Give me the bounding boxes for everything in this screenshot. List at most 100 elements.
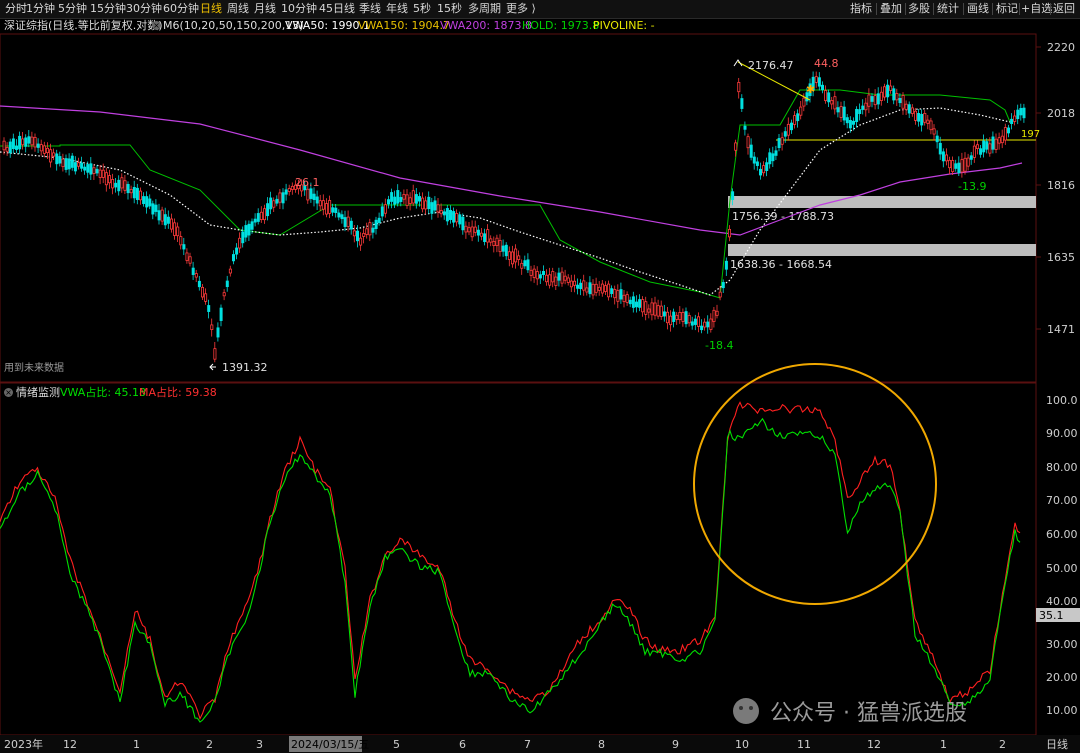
candle-body — [386, 199, 390, 205]
candle-body — [821, 84, 825, 91]
x-label: 7 — [524, 738, 531, 751]
candle-body — [328, 200, 332, 214]
candle-body — [278, 192, 282, 203]
ma-ratio-line — [0, 401, 1021, 721]
candle-body — [445, 208, 449, 222]
candle-body — [334, 207, 338, 213]
candle-body — [479, 232, 483, 237]
candle-body — [399, 197, 403, 202]
candle-body — [154, 204, 158, 212]
candle-body — [402, 194, 406, 200]
candle-body — [266, 203, 270, 217]
candle-body — [774, 150, 778, 156]
chart-frame — [0, 33, 1037, 736]
vwa200-polyline — [0, 105, 1023, 236]
candle-body — [780, 137, 784, 145]
candle-body — [228, 268, 232, 274]
candle-body — [926, 119, 930, 124]
sub-panel-border — [0, 382, 1037, 736]
candle-body — [424, 200, 428, 210]
candle-body — [957, 162, 961, 173]
candle-body — [591, 283, 595, 296]
candle-body — [473, 226, 477, 233]
candle-body — [284, 189, 288, 195]
candle-body — [573, 280, 577, 286]
candle-body — [907, 104, 911, 114]
candle-body — [262, 208, 266, 221]
candle-body — [963, 157, 967, 172]
candle-body — [752, 156, 756, 164]
candle-body — [994, 138, 998, 150]
candle-body — [486, 229, 490, 243]
candle-body — [594, 283, 598, 293]
candle-body — [721, 282, 725, 289]
candle-body — [517, 255, 521, 261]
candle-body — [148, 198, 152, 207]
candle-body — [129, 188, 133, 194]
candle-body — [659, 305, 663, 317]
candle-body — [777, 138, 781, 148]
candle-body — [569, 280, 573, 288]
candle-body — [972, 145, 976, 158]
candle-body — [892, 88, 896, 101]
candle-body — [858, 109, 862, 114]
candle-body — [718, 291, 722, 298]
candle-body — [886, 84, 890, 98]
candle-body — [746, 136, 750, 149]
candle-body — [383, 204, 387, 214]
candle-body — [576, 284, 580, 289]
candle-body — [883, 86, 887, 98]
candle-body — [631, 296, 635, 308]
candle-body — [352, 230, 356, 237]
candle-body — [498, 240, 502, 253]
candle-body — [870, 96, 874, 102]
stock-chart[interactable]: 2220 2018 1816 1635 1471 100.0 90.00 80.… — [0, 0, 1080, 753]
candle-body — [433, 200, 437, 211]
candle-body — [501, 245, 505, 252]
y-label-sub: 10.00 — [1046, 704, 1078, 717]
candle-body — [836, 107, 840, 113]
candle-body — [585, 287, 589, 293]
candle-body — [343, 217, 347, 227]
candle-body — [1013, 115, 1017, 122]
candle-body — [188, 256, 192, 264]
star-icon: ✱ — [806, 83, 815, 96]
candle-body — [272, 200, 276, 208]
candle-body — [560, 271, 564, 284]
candle-body — [991, 136, 995, 150]
candle-body — [197, 280, 201, 288]
wechat-icon — [733, 698, 759, 724]
candle-body — [52, 152, 56, 157]
candle-body — [259, 211, 263, 220]
candle-body — [731, 191, 735, 200]
candle-body — [126, 184, 130, 194]
candle-body — [898, 98, 902, 104]
candle-body — [337, 212, 341, 218]
vwa200-line — [0, 105, 1023, 236]
candle-body — [675, 314, 679, 320]
candle-body — [216, 327, 220, 338]
candle-body — [67, 158, 71, 170]
hold-tag: 197 — [1021, 129, 1040, 140]
candle-body — [309, 188, 313, 199]
support-zone-upper — [728, 196, 1036, 208]
vwa-ratio-line — [0, 417, 1021, 723]
candle-body — [920, 113, 924, 126]
candle-body — [582, 280, 586, 291]
candle-body — [979, 148, 983, 155]
candle-body — [108, 175, 112, 184]
candle-body — [526, 259, 530, 271]
candle-body — [89, 163, 93, 175]
candle-body — [687, 315, 691, 324]
candle-body — [855, 108, 859, 123]
candle-body — [247, 223, 251, 236]
candle-body — [684, 311, 688, 325]
candle-body — [448, 209, 452, 220]
candle-body — [954, 163, 958, 169]
x-label: 1 — [940, 738, 947, 751]
x-label: 11 — [797, 738, 811, 751]
candle-body — [966, 157, 970, 167]
candle-body — [548, 274, 552, 286]
candle-body — [92, 167, 96, 174]
candle-body — [867, 94, 871, 107]
